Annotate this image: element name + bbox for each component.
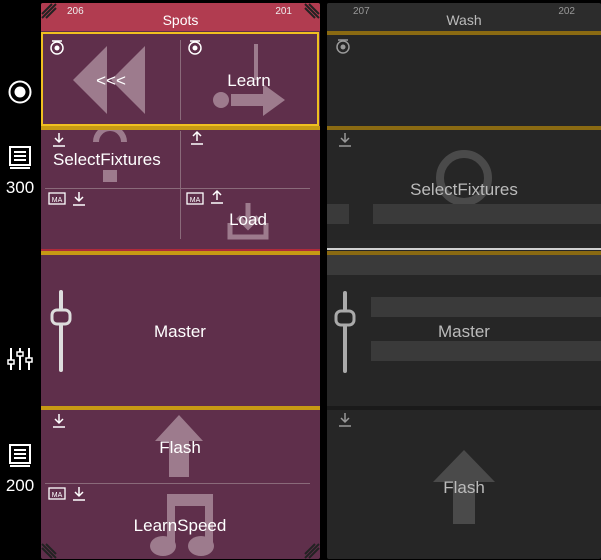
resize-corner-icon[interactable] xyxy=(304,543,320,559)
upload-icon xyxy=(211,189,223,204)
wash-master-label: Master xyxy=(438,322,490,341)
rewind-button[interactable]: <<< xyxy=(43,34,179,124)
target-icon xyxy=(336,39,350,54)
download-icon xyxy=(53,414,65,428)
flash-label: Flash xyxy=(159,438,201,457)
flash-button[interactable]: Flash xyxy=(43,411,317,483)
master-fader-button[interactable]: Master xyxy=(43,256,317,405)
wash-flash-button[interactable]: Flash xyxy=(327,410,601,556)
download-icon xyxy=(339,133,351,147)
wash-master-fader-button[interactable]: Master xyxy=(327,255,601,405)
target-icon xyxy=(188,40,202,55)
faders-icon[interactable] xyxy=(7,346,33,372)
resize-corner-icon[interactable] xyxy=(304,3,320,19)
rewind-label: <<< xyxy=(96,71,126,90)
wash-empty-cell[interactable] xyxy=(327,35,601,126)
page-number-bottom: 200 xyxy=(5,476,35,495)
learn-label: Learn xyxy=(227,71,271,90)
row-separator xyxy=(41,406,320,410)
row-separator xyxy=(327,248,601,250)
learn-speed-label: LearnSpeed xyxy=(133,516,227,535)
wash-executor-panel: Wash 207 202 SelectFixtures Master Flash xyxy=(327,3,601,559)
row-separator xyxy=(41,251,320,255)
bar-shape xyxy=(327,255,601,275)
spots-number-left: 206 xyxy=(67,6,84,17)
download-icon xyxy=(73,487,85,501)
download-icon xyxy=(73,192,85,206)
learn-button[interactable]: Learn xyxy=(181,34,317,124)
wash-select-fixtures-label: SelectFixtures xyxy=(410,180,518,199)
ma-logo-icon: MA xyxy=(48,192,66,205)
resize-corner-icon[interactable] xyxy=(41,543,57,559)
record-icon[interactable] xyxy=(7,79,33,105)
learn-speed-button[interactable]: MA LearnSpeed xyxy=(43,484,317,556)
ma-logo-icon: MA xyxy=(48,487,66,500)
select-fixtures-label: SelectFixtures xyxy=(53,150,161,169)
ma-store-button[interactable]: MA xyxy=(43,189,179,241)
master-label: Master xyxy=(154,322,206,341)
download-icon xyxy=(339,413,351,427)
load-button[interactable]: MA Load xyxy=(181,189,315,241)
wash-number-right: 202 xyxy=(558,6,575,17)
wash-flash-label: Flash xyxy=(443,478,485,497)
page-number-top: 300 xyxy=(5,178,35,197)
spots-executor-panel: Spots 206 201 <<< Learn SelectFixtures M… xyxy=(41,3,320,559)
svg-text:MA: MA xyxy=(52,492,63,499)
page-book-icon-2[interactable] xyxy=(8,443,32,469)
resize-corner-icon[interactable] xyxy=(41,3,57,19)
target-icon xyxy=(50,40,64,55)
page-book-icon[interactable] xyxy=(8,145,32,171)
load-label: Load xyxy=(229,210,267,229)
upload-icon xyxy=(191,130,203,145)
spots-number-right: 201 xyxy=(275,6,292,17)
ma-logo-icon: MA xyxy=(186,192,204,205)
wash-number-left: 207 xyxy=(353,6,370,17)
bar-shape xyxy=(371,297,601,317)
download-icon xyxy=(53,133,65,147)
svg-text:MA: MA xyxy=(52,197,63,204)
bar-shape xyxy=(327,204,349,224)
wash-select-fixtures-button[interactable]: SelectFixtures xyxy=(327,130,601,248)
select-fixtures-button[interactable]: SelectFixtures xyxy=(43,130,315,188)
svg-text:MA: MA xyxy=(190,197,201,204)
bar-shape xyxy=(373,204,601,224)
bar-shape xyxy=(371,341,601,361)
